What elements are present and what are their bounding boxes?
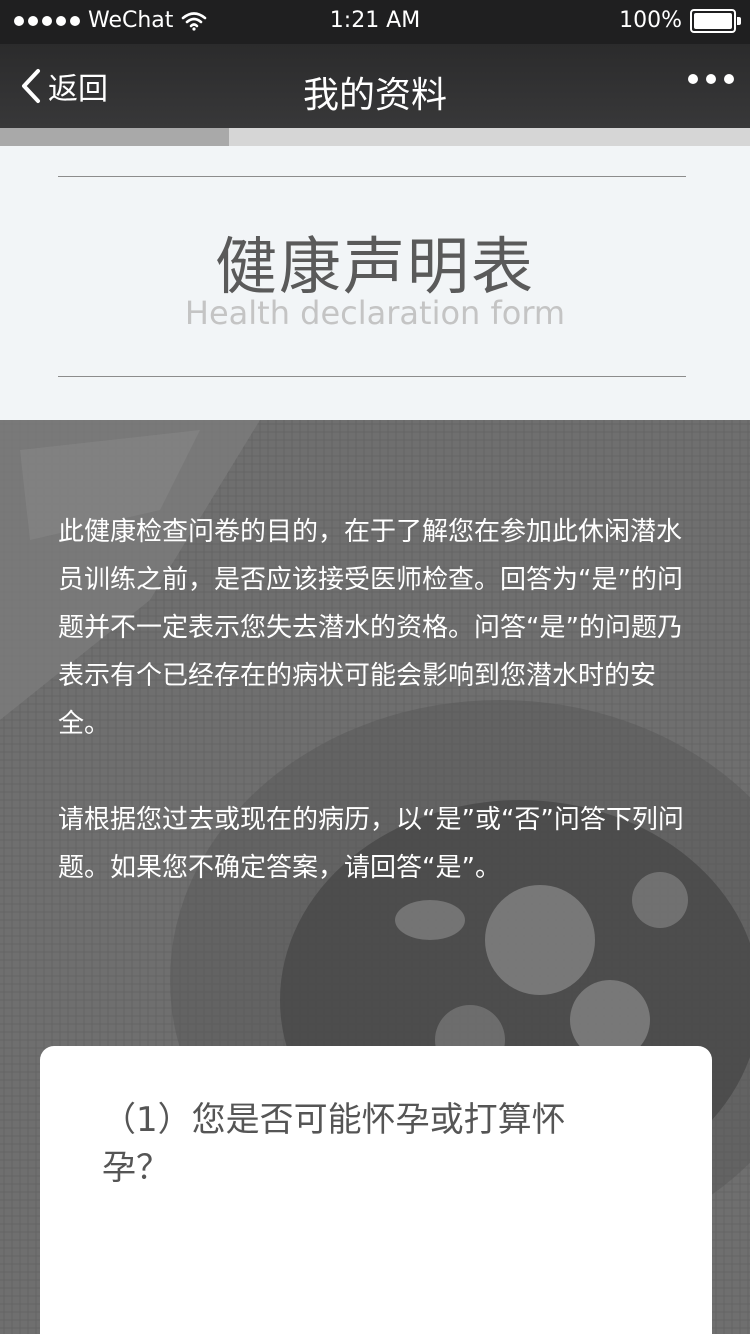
top-divider — [58, 176, 686, 177]
form-title: 健康声明表 — [214, 230, 535, 303]
page-title: 我的资料 — [302, 75, 447, 116]
content-background: 此健康检查问卷的目的，在于了解您在参加此休闲潜水员训练之前，是否应该接受医师检查… — [0, 420, 750, 1334]
nav-bar: 返回 我的资料 — [0, 44, 750, 128]
progress-fill — [0, 128, 229, 146]
form-header: 健康声明表 Health declaration form — [0, 146, 750, 420]
status-bar: WeChat 1:21 AM 100% — [0, 0, 750, 44]
intro-paragraph-1: 此健康检查问卷的目的，在于了解您在参加此休闲潜水员训练之前，是否应该接受医师检查… — [58, 517, 683, 739]
bottom-divider — [58, 376, 686, 377]
question-card[interactable]: （1）您是否可能怀孕或打算怀孕？ — [40, 1046, 712, 1334]
progress-bar — [0, 128, 750, 146]
intro-paragraph-2: 请根据您过去或现在的病历，以“是”或“否”问答下列问题。如果您不确定答案，请回答… — [58, 805, 684, 883]
more-dots-icon[interactable] — [688, 74, 734, 84]
status-right: 100% — [619, 8, 741, 33]
question-text: （1）您是否可能怀孕或打算怀孕？ — [102, 1100, 566, 1188]
intro-text: 此健康检查问卷的目的，在于了解您在参加此休闲潜水员训练之前，是否应该接受医师检查… — [58, 508, 698, 892]
form-subtitle: Health declaration form — [184, 294, 566, 332]
battery-percent: 100% — [619, 8, 682, 33]
battery-icon — [690, 8, 741, 33]
